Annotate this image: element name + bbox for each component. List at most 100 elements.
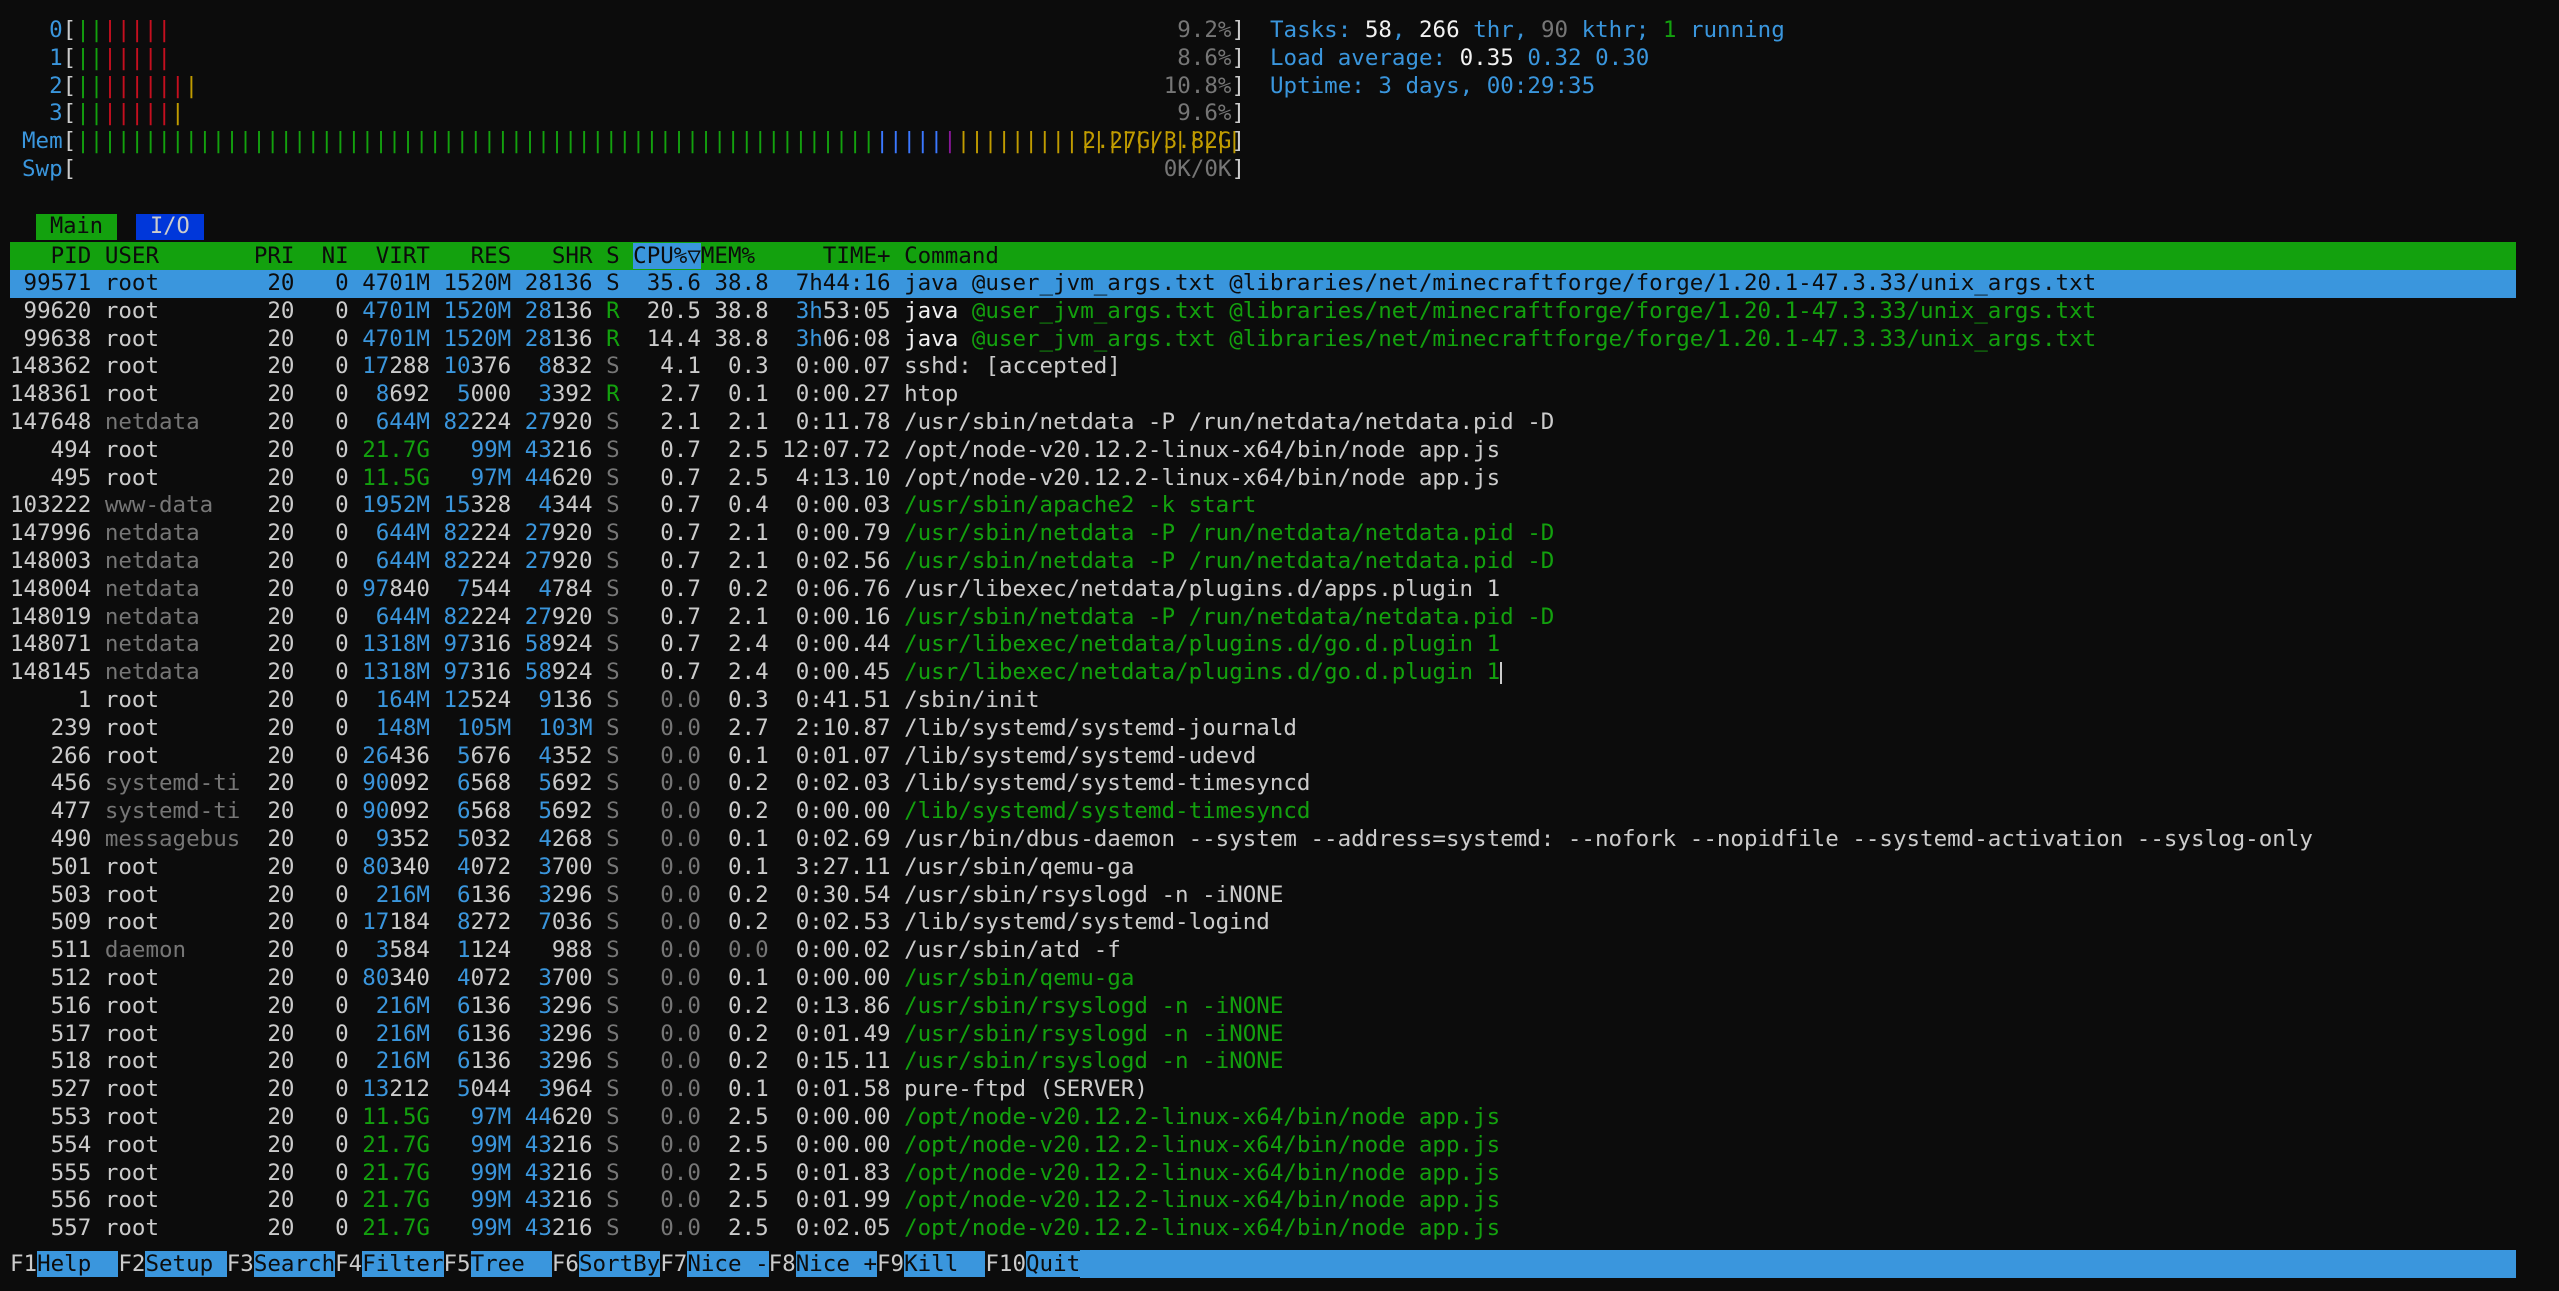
pid: 1: [10, 687, 92, 713]
process-row[interactable]: 509 root 20 0 17184 8272 7036 S 0.0 0.2 …: [10, 909, 2516, 937]
mem-percent: 0.2: [714, 798, 769, 825]
res: 82224: [443, 520, 512, 547]
virt: 164M: [362, 687, 430, 713]
process-row[interactable]: 518 root 20 0 216M 6136 3296 S 0.0 0.2 0…: [10, 1048, 2516, 1076]
process-row[interactable]: 554 root 20 0 21.7G 99M 43216 S 0.0 2.5 …: [10, 1132, 2516, 1160]
col-ni[interactable]: NI: [308, 243, 349, 269]
process-row[interactable]: 147648 netdata 20 0 644M 82224 27920 S 2…: [10, 409, 2516, 437]
fkey-f8-label[interactable]: Nice +: [795, 1251, 877, 1277]
pid: 495: [10, 464, 92, 491]
pid: 501: [10, 853, 92, 880]
cpu-percent: 20.5: [633, 297, 701, 324]
process-row[interactable]: 501 root 20 0 80340 4072 3700 S 0.0 0.1 …: [10, 854, 2516, 882]
fkey-f10-label[interactable]: Quit: [1026, 1251, 1081, 1277]
fkey-f5-label[interactable]: Tree: [470, 1251, 552, 1277]
col-cpu-sorted[interactable]: CPU%▽: [633, 243, 701, 269]
function-key-bar: F1Help F2Setup F3SearchF4FilterF5Tree F6…: [10, 1250, 2516, 1278]
col-user[interactable]: USER: [105, 243, 240, 269]
mem-percent: 2.4: [714, 659, 769, 686]
process-row[interactable]: 147996 netdata 20 0 644M 82224 27920 S 0…: [10, 520, 2516, 548]
nice: 0: [308, 436, 349, 463]
fkey-f5: F5: [443, 1251, 471, 1277]
fkey-f2-label[interactable]: Setup: [145, 1251, 227, 1277]
col-res[interactable]: RES: [444, 243, 512, 269]
process-row[interactable]: 503 root 20 0 216M 6136 3296 S 0.0 0.2 0…: [10, 882, 2516, 910]
nice: 0: [308, 492, 349, 519]
shr-thousands: 4: [538, 492, 552, 519]
mem-percent: 38.8: [714, 325, 769, 352]
virt-thousands: 9: [375, 826, 390, 852]
fkey-f6-label[interactable]: SortBy: [578, 1251, 661, 1277]
process-row[interactable]: 148071 netdata 20 0 1318M 97316 58924 S …: [10, 631, 2516, 659]
virt-thousands: 17: [362, 909, 390, 936]
pid: 503: [10, 881, 92, 908]
virt: 8692: [375, 381, 430, 408]
command-args: /usr/libexec/netdata/plugins.d/go.d.plug…: [904, 659, 1501, 686]
col-pri[interactable]: PRI: [254, 243, 295, 269]
col-virt[interactable]: VIRT: [362, 243, 430, 269]
user: root: [104, 1076, 241, 1103]
cpu-time: 0:06.76: [782, 575, 891, 602]
mem-percent: 0.2: [714, 881, 769, 908]
tab-main[interactable]: Main: [36, 214, 117, 240]
process-row[interactable]: 516 root 20 0 216M 6136 3296 S 0.0 0.2 0…: [10, 993, 2516, 1021]
virt-mega: 1318M: [362, 659, 430, 686]
process-row[interactable]: 103222 www-data 20 0 1952M 15328 4344 S …: [10, 492, 2516, 520]
process-row[interactable]: 477 systemd-ti 20 0 90092 6568 5692 S 0.…: [10, 798, 2516, 826]
col-mem[interactable]: MEM%: [701, 243, 755, 269]
process-row[interactable]: 148019 netdata 20 0 644M 82224 27920 S 0…: [10, 604, 2516, 632]
process-row[interactable]: 517 root 20 0 216M 6136 3296 S 0.0 0.2 0…: [10, 1021, 2516, 1049]
process-row[interactable]: 555 root 20 0 21.7G 99M 43216 S 0.0 2.5 …: [10, 1160, 2516, 1188]
process-row[interactable]: 490 messagebus 20 0 9352 5032 4268 S 0.0…: [10, 826, 2516, 854]
fkey-f4-label[interactable]: Filter: [362, 1251, 444, 1277]
pid: 494: [10, 436, 92, 463]
tab-io[interactable]: I/O: [136, 214, 204, 240]
process-row[interactable]: 148145 netdata 20 0 1318M 97316 58924 S …: [10, 659, 2516, 687]
res-thousands: 82: [443, 548, 471, 574]
process-row[interactable]: 557 root 20 0 21.7G 99M 43216 S 0.0 2.5 …: [10, 1215, 2516, 1243]
process-row[interactable]: 1 root 20 0 164M 12524 9136 S 0.0 0.3 0:…: [10, 687, 2516, 715]
priority: 20: [253, 381, 295, 408]
res-mega: 99M: [470, 436, 512, 463]
process-row[interactable]: 99571 root 20 0 4701M 1520M 28136 S 35.6…: [10, 270, 2516, 298]
process-row[interactable]: 456 systemd-ti 20 0 90092 6568 5692 S 0.…: [10, 770, 2516, 798]
process-row[interactable]: 512 root 20 0 80340 4072 3700 S 0.0 0.1 …: [10, 965, 2516, 993]
col-command[interactable]: Command: [904, 243, 999, 269]
col-shr[interactable]: SHR: [525, 243, 593, 269]
cpu-percent: 35.6: [633, 270, 701, 296]
nice: 0: [308, 353, 349, 380]
command: java @user_jvm_args.txt @libraries/net/m…: [904, 270, 2096, 296]
process-row[interactable]: 148004 netdata 20 0 97840 7544 4784 S 0.…: [10, 576, 2516, 604]
fkey-f9-label[interactable]: Kill: [904, 1251, 986, 1277]
process-row[interactable]: 266 root 20 0 26436 5676 4352 S 0.0 0.1 …: [10, 743, 2516, 771]
col-state[interactable]: S: [606, 243, 620, 269]
process-row[interactable]: 99638 root 20 0 4701M 1520M 28136 R 14.4…: [10, 326, 2516, 354]
col-pid[interactable]: PID: [10, 243, 92, 269]
process-row[interactable]: 556 root 20 0 21.7G 99M 43216 S 0.0 2.5 …: [10, 1187, 2516, 1215]
cpu-percent: 0.0: [633, 992, 701, 1019]
state: S: [606, 436, 620, 463]
process-row[interactable]: 148362 root 20 0 17288 10376 8832 S 4.1 …: [10, 353, 2516, 381]
mem-percent: 0.1: [714, 965, 769, 991]
process-row[interactable]: 99620 root 20 0 4701M 1520M 28136 R 20.5…: [10, 298, 2516, 326]
process-row[interactable]: 239 root 20 0 148M 105M 103M S 0.0 2.7 2…: [10, 715, 2516, 743]
fkey-f7-label[interactable]: Nice -: [687, 1251, 769, 1277]
virt: 17184: [362, 909, 430, 936]
process-row[interactable]: 495 root 20 0 11.5G 97M 44620 S 0.7 2.5 …: [10, 465, 2516, 493]
res: 6136: [457, 1020, 512, 1047]
process-row[interactable]: 494 root 20 0 21.7G 99M 43216 S 0.7 2.5 …: [10, 437, 2516, 465]
process-row[interactable]: 527 root 20 0 13212 5044 3964 S 0.0 0.1 …: [10, 1076, 2516, 1104]
process-row[interactable]: 148003 netdata 20 0 644M 82224 27920 S 0…: [10, 548, 2516, 576]
process-row[interactable]: 148361 root 20 0 8692 5000 3392 R 2.7 0.…: [10, 381, 2516, 409]
res-mega: 99M: [470, 1215, 512, 1242]
res: 12524: [443, 687, 512, 713]
fkey-f1-label[interactable]: Help: [37, 1251, 119, 1277]
process-row[interactable]: 511 daemon 20 0 3584 1124 988 S 0.0 0.0 …: [10, 937, 2516, 965]
cpu-percent: 0.0: [633, 742, 701, 769]
col-time[interactable]: TIME+: [769, 243, 891, 269]
cpu-time: 0:00.45: [782, 659, 891, 686]
tasks-summary: Tasks: 58, 266 thr, 90 kthr; 1 running: [1270, 17, 1785, 43]
process-row[interactable]: 553 root 20 0 11.5G 97M 44620 S 0.0 2.5 …: [10, 1104, 2516, 1132]
fkey-f3-label[interactable]: Search: [253, 1251, 336, 1277]
command-args: /usr/sbin/netdata -P /run/netdata/netdat…: [904, 520, 1555, 547]
